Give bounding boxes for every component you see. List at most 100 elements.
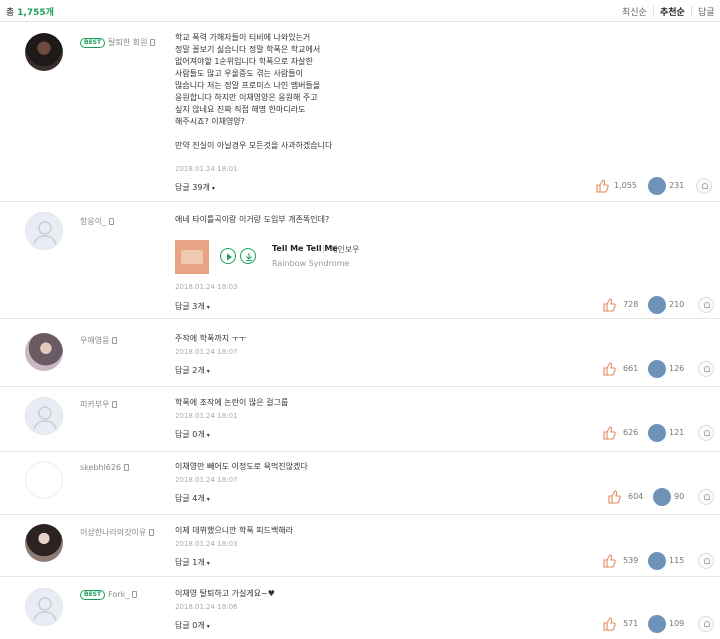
replies-label: 답글 4개 xyxy=(175,494,205,503)
caret-down-icon: ▾ xyxy=(206,623,210,630)
comment-date: 2018.01.24 18:07 xyxy=(175,476,238,484)
username: 우애영웅 xyxy=(80,336,110,345)
dislike-count: 115 xyxy=(669,556,685,565)
caret-down-icon: ▾ xyxy=(206,304,210,311)
comment-user[interactable]: BEST 탈퇴한 회원 xyxy=(80,37,156,48)
best-badge: BEST xyxy=(80,590,106,600)
song-artist[interactable]: 레인보우 xyxy=(330,244,359,255)
replies-toggle[interactable]: 답글 0개 ▾ xyxy=(175,620,210,631)
mobile-icon xyxy=(124,464,130,471)
download-icon xyxy=(246,253,252,261)
thumbs-up-icon[interactable] xyxy=(602,554,616,568)
caret-down-icon: ▾ xyxy=(206,368,210,375)
replies-label: 답글 1개 xyxy=(175,558,205,567)
download-button[interactable] xyxy=(240,248,256,264)
replies-toggle[interactable]: 답글 39개 ▾ xyxy=(175,182,215,193)
sort-replies-button[interactable]: 답글 xyxy=(698,5,715,18)
avatar[interactable] xyxy=(25,333,63,371)
comment-item: 이상한나라의갓이유 이제 데뷔했으니깐 학폭 피드백해라 2018.01.24 … xyxy=(0,515,720,577)
report-button[interactable] xyxy=(696,178,712,194)
report-button[interactable] xyxy=(698,425,714,441)
thumbs-up-icon[interactable] xyxy=(602,617,616,631)
replies-toggle[interactable]: 답글 0개 ▾ xyxy=(175,429,210,440)
replies-toggle[interactable]: 답글 2개 ▾ xyxy=(175,365,210,376)
play-button[interactable] xyxy=(220,248,236,264)
replies-label: 답글 0개 xyxy=(175,430,205,439)
report-button[interactable] xyxy=(698,297,714,313)
like-count: 1,055 xyxy=(614,181,637,190)
username: 탈퇴한 회원 xyxy=(108,38,148,47)
replies-toggle[interactable]: 답글 3개 ▾ xyxy=(175,301,210,312)
comment-user[interactable]: skebhl626 xyxy=(80,463,130,472)
comment-text: 주작에 학폭까지 ㅜㅜ xyxy=(175,334,247,343)
report-button[interactable] xyxy=(698,361,714,377)
replies-toggle[interactable]: 답글 1개 ▾ xyxy=(175,557,210,568)
default-avatar-icon xyxy=(33,406,57,430)
replies-toggle[interactable]: 답글 4개 ▾ xyxy=(175,493,210,504)
comment-header: 총 1,755개 최신순 추천순 답글 xyxy=(0,0,720,22)
avatar[interactable] xyxy=(25,397,63,435)
default-avatar-icon xyxy=(33,597,57,621)
thumbs-down-icon[interactable] xyxy=(648,552,666,570)
thumbs-up-icon[interactable] xyxy=(602,426,616,440)
thumbs-down-icon[interactable] xyxy=(648,296,666,314)
mobile-icon xyxy=(149,529,155,536)
album-art[interactable] xyxy=(175,240,209,274)
album-art-inner xyxy=(181,250,203,264)
thumbs-down-icon[interactable] xyxy=(653,488,671,506)
comment-user[interactable]: 우애영웅 xyxy=(80,335,118,346)
comment-text: 애네 타이틀곡이랑 이거랑 도입부 개존똑인데? xyxy=(175,215,330,224)
replies-label: 답글 39개 xyxy=(175,183,210,192)
dislike-count: 90 xyxy=(674,492,685,501)
song-title[interactable]: Tell Me Tell Me xyxy=(272,244,338,253)
thumbs-up-icon[interactable] xyxy=(602,298,616,312)
mobile-icon xyxy=(109,218,115,225)
comment-date: 2018.01.24 18:07 xyxy=(175,348,238,356)
dislike-count: 109 xyxy=(669,619,685,628)
thumbs-down-icon[interactable] xyxy=(648,177,666,195)
thumbs-down-icon[interactable] xyxy=(648,424,666,442)
username: Fork_ xyxy=(108,590,130,599)
replies-label: 답글 0개 xyxy=(175,621,205,630)
mobile-icon xyxy=(112,401,118,408)
comment-date: 2018.01.24 18:06 xyxy=(175,603,238,611)
avatar[interactable] xyxy=(25,461,63,499)
bell-icon xyxy=(702,183,708,189)
dislike-count: 231 xyxy=(669,181,685,190)
dislike-count: 121 xyxy=(669,428,685,437)
divider xyxy=(653,6,654,15)
caret-down-icon: ▾ xyxy=(206,496,210,503)
comment-user[interactable]: 피카부우 xyxy=(80,399,118,410)
comment-user[interactable]: 함응이_ xyxy=(80,216,115,227)
report-button[interactable] xyxy=(698,489,714,505)
comment-count: 총 1,755개 xyxy=(6,5,54,18)
thumbs-up-icon[interactable] xyxy=(607,490,621,504)
comment-text: 이채영 탈퇴하고 가실게요~♥ xyxy=(175,589,275,598)
mobile-icon xyxy=(112,337,118,344)
username: skebhl626 xyxy=(80,463,122,472)
avatar[interactable] xyxy=(25,588,63,626)
comment-item: BEST 탈퇴한 회원 학교 폭력 가해자들이 티비에 나와있는거 정말 꼴보기 … xyxy=(0,22,720,202)
bell-icon xyxy=(704,621,710,627)
thumbs-up-icon[interactable] xyxy=(602,362,616,376)
thumbs-down-icon[interactable] xyxy=(648,360,666,378)
dislike-count: 126 xyxy=(669,364,685,373)
sort-latest-button[interactable]: 최신순 xyxy=(622,5,647,18)
sort-recommended-button[interactable]: 추천순 xyxy=(660,5,685,18)
thumbs-down-icon[interactable] xyxy=(648,615,666,633)
report-button[interactable] xyxy=(698,553,714,569)
comment-text: 이채영만 빼어도 이정도로 욕먹진않겠다 xyxy=(175,462,308,471)
avatar[interactable] xyxy=(25,212,63,250)
bell-icon xyxy=(704,558,710,564)
report-button[interactable] xyxy=(698,616,714,632)
song-album[interactable]: Rainbow Syndrome xyxy=(272,259,349,268)
comment-text: 이제 데뷔했으니깐 학폭 피드백해라 xyxy=(175,526,294,535)
thumbs-up-icon[interactable] xyxy=(595,179,609,193)
avatar[interactable] xyxy=(25,33,63,71)
username: 피카부우 xyxy=(80,400,110,409)
caret-down-icon: ▾ xyxy=(206,432,210,439)
avatar[interactable] xyxy=(25,524,63,562)
comment-text: 학폭에 조작에 논란이 많은 걸그룹 xyxy=(175,398,289,407)
comment-user[interactable]: 이상한나라의갓이유 xyxy=(80,527,155,538)
comment-user[interactable]: BEST Fork_ xyxy=(80,590,138,600)
